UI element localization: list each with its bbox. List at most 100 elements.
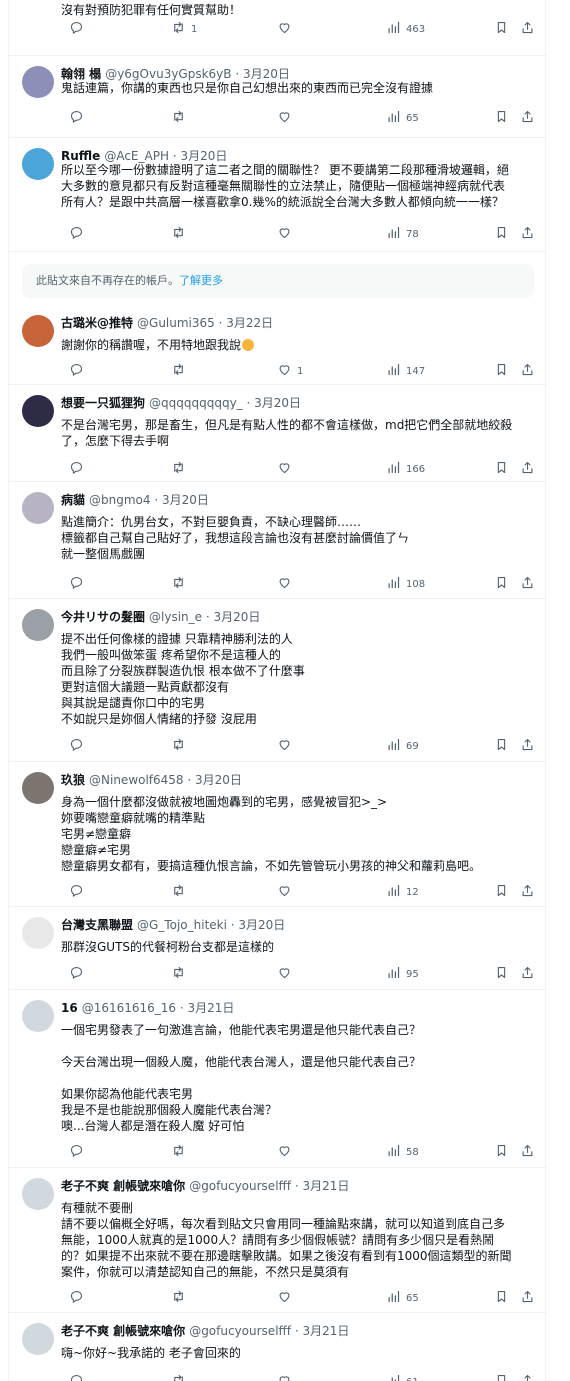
like-button[interactable]: [277, 108, 297, 128]
avatar[interactable]: [22, 609, 54, 641]
author-name[interactable]: 台灣支黑聯盟: [61, 918, 133, 932]
like-button[interactable]: [277, 1288, 297, 1308]
avatar[interactable]: [22, 1000, 54, 1032]
views-button[interactable]: 58: [386, 1142, 419, 1162]
author-handle[interactable]: @Gulumi365: [137, 316, 215, 330]
retweet-button[interactable]: [171, 882, 191, 902]
retweet-button[interactable]: [171, 736, 191, 756]
reply-button[interactable]: [69, 736, 84, 756]
author-handle[interactable]: @Ninewolf6458: [89, 773, 184, 787]
avatar[interactable]: [22, 148, 54, 180]
avatar[interactable]: [22, 772, 54, 804]
tweet-date[interactable]: 3月20日: [213, 610, 260, 624]
tweet[interactable]: 病貓 @bngmo4 · 3月20日 點進簡介：仇男台女，不對巨嬰負責，不缺心理醫師…: [9, 482, 547, 599]
retweet-button[interactable]: [171, 1372, 191, 1381]
author-name[interactable]: 想要一只狐狸狗: [61, 396, 145, 410]
reply-button[interactable]: [69, 224, 84, 244]
share-button[interactable]: [520, 1372, 535, 1381]
author-name[interactable]: 古璐米@推特: [61, 316, 133, 330]
like-button[interactable]: [277, 459, 297, 479]
like-button[interactable]: [277, 574, 297, 594]
views-button[interactable]: 61: [386, 1372, 419, 1381]
reply-button[interactable]: [69, 19, 84, 39]
author-handle[interactable]: @gofucyourselfff: [189, 1324, 291, 1338]
avatar[interactable]: [22, 1178, 54, 1210]
tweet[interactable]: 台灣支黑聯盟 @G_Tojo_hiteki · 3月20日 那群沒GUTS的代餐柯粉…: [9, 907, 547, 990]
tweet-date[interactable]: 3月20日: [180, 149, 227, 163]
bookmark-button[interactable]: [494, 736, 509, 756]
author-handle[interactable]: @gofucyourselfff: [189, 1179, 291, 1193]
author-handle[interactable]: @AcE_APH: [104, 149, 169, 163]
share-button[interactable]: [520, 574, 535, 594]
like-button[interactable]: [277, 736, 297, 756]
retweet-button[interactable]: [171, 574, 191, 594]
tweet[interactable]: Ruffle @AcE_APH · 3月20日 所以至今哪一份數據證明了這二者之間的…: [9, 138, 547, 252]
share-button[interactable]: [520, 19, 535, 39]
retweet-button[interactable]: [171, 964, 191, 984]
avatar[interactable]: [22, 1323, 54, 1355]
views-button[interactable]: 463: [386, 19, 425, 39]
tweet[interactable]: 翰翎 榻 @y6gOvu3yGpsk6yB · 3月20日 鬼話連篇，你講的東西也只…: [9, 56, 547, 138]
tweet[interactable]: 老子不爽 創帳號來嗆你 @gofucyourselfff · 3月21日 有種就不要…: [9, 1168, 547, 1313]
tweet[interactable]: 16 @16161616_16 · 3月21日 一個宅男發表了一句激進言論，他能代表…: [9, 990, 547, 1168]
tweet-date[interactable]: 3月20日: [162, 493, 209, 507]
bookmark-button[interactable]: [494, 108, 509, 128]
like-button[interactable]: [277, 1142, 297, 1162]
share-button[interactable]: [520, 361, 535, 381]
share-button[interactable]: [520, 224, 535, 244]
bookmark-button[interactable]: [494, 574, 509, 594]
bookmark-button[interactable]: [494, 19, 509, 39]
author-handle[interactable]: @16161616_16: [82, 1001, 176, 1015]
retweet-button[interactable]: [171, 361, 191, 381]
retweet-button[interactable]: [171, 1142, 191, 1162]
tweet[interactable]: 今井リサの髮圈 @lysin_e · 3月20日 提不出任何像樣的證據 只靠精神勝利…: [9, 599, 547, 762]
views-button[interactable]: 65: [386, 108, 419, 128]
tweet[interactable]: 想要一只狐狸狗 @qqqqqqqqqy_ · 3月20日 不是台灣宅男，那是畜生，但…: [9, 385, 547, 482]
retweet-button[interactable]: [171, 459, 191, 479]
tweet[interactable]: 老子不爽 創帳號來嗆你 @gofucyourselfff · 3月21日 嗨~你好~…: [9, 1313, 547, 1381]
author-name[interactable]: 16: [61, 1001, 78, 1015]
views-button[interactable]: 147: [386, 361, 425, 381]
bookmark-button[interactable]: [494, 224, 509, 244]
share-button[interactable]: [520, 1142, 535, 1162]
author-name[interactable]: 玖狼: [61, 773, 85, 787]
tweet-date[interactable]: 3月21日: [302, 1324, 349, 1338]
author-name[interactable]: Ruffle: [61, 149, 100, 163]
bookmark-button[interactable]: [494, 964, 509, 984]
author-handle[interactable]: @bngmo4: [89, 493, 151, 507]
tweet-date[interactable]: 3月22日: [226, 316, 273, 330]
like-button[interactable]: [277, 1372, 297, 1381]
like-button[interactable]: [277, 19, 297, 39]
share-button[interactable]: [520, 108, 535, 128]
tweet-date[interactable]: 3月20日: [254, 396, 301, 410]
author-name[interactable]: 今井リサの髮圈: [61, 610, 145, 624]
tweet-date[interactable]: 3月20日: [238, 918, 285, 932]
bookmark-button[interactable]: [494, 1372, 509, 1381]
author-handle[interactable]: @y6gOvu3yGpsk6yB: [105, 67, 231, 81]
reply-button[interactable]: [69, 1142, 84, 1162]
reply-button[interactable]: [69, 459, 84, 479]
tweet-date[interactable]: 3月21日: [188, 1001, 235, 1015]
author-name[interactable]: 老子不爽 創帳號來嗆你: [61, 1179, 185, 1193]
reply-button[interactable]: [69, 361, 84, 381]
tweet[interactable]: 古璐米@推特 @Gulumi365 · 3月22日 謝謝你的稱讚喔，不用特地跟我說 1…: [9, 305, 547, 385]
like-button[interactable]: 1: [277, 361, 303, 381]
author-handle[interactable]: @qqqqqqqqqy_: [149, 396, 243, 410]
author-handle[interactable]: @G_Tojo_hiteki: [137, 918, 227, 932]
author-name[interactable]: 病貓: [61, 493, 85, 507]
avatar[interactable]: [22, 395, 54, 427]
author-handle[interactable]: @lysin_e: [149, 610, 202, 624]
like-button[interactable]: [277, 964, 297, 984]
bookmark-button[interactable]: [494, 1288, 509, 1308]
views-button[interactable]: 108: [386, 574, 425, 594]
share-button[interactable]: [520, 882, 535, 902]
views-button[interactable]: 12: [386, 882, 419, 902]
share-button[interactable]: [520, 736, 535, 756]
retweet-button[interactable]: [171, 108, 191, 128]
views-button[interactable]: 166: [386, 459, 425, 479]
retweet-button[interactable]: 1: [171, 19, 197, 39]
avatar[interactable]: [22, 492, 54, 524]
avatar[interactable]: [22, 66, 54, 98]
retweet-button[interactable]: [171, 1288, 191, 1308]
tweet[interactable]: 玖狼 @Ninewolf6458 · 3月20日 身為一個什麼都沒做就被地圖炮轟到的…: [9, 762, 547, 907]
